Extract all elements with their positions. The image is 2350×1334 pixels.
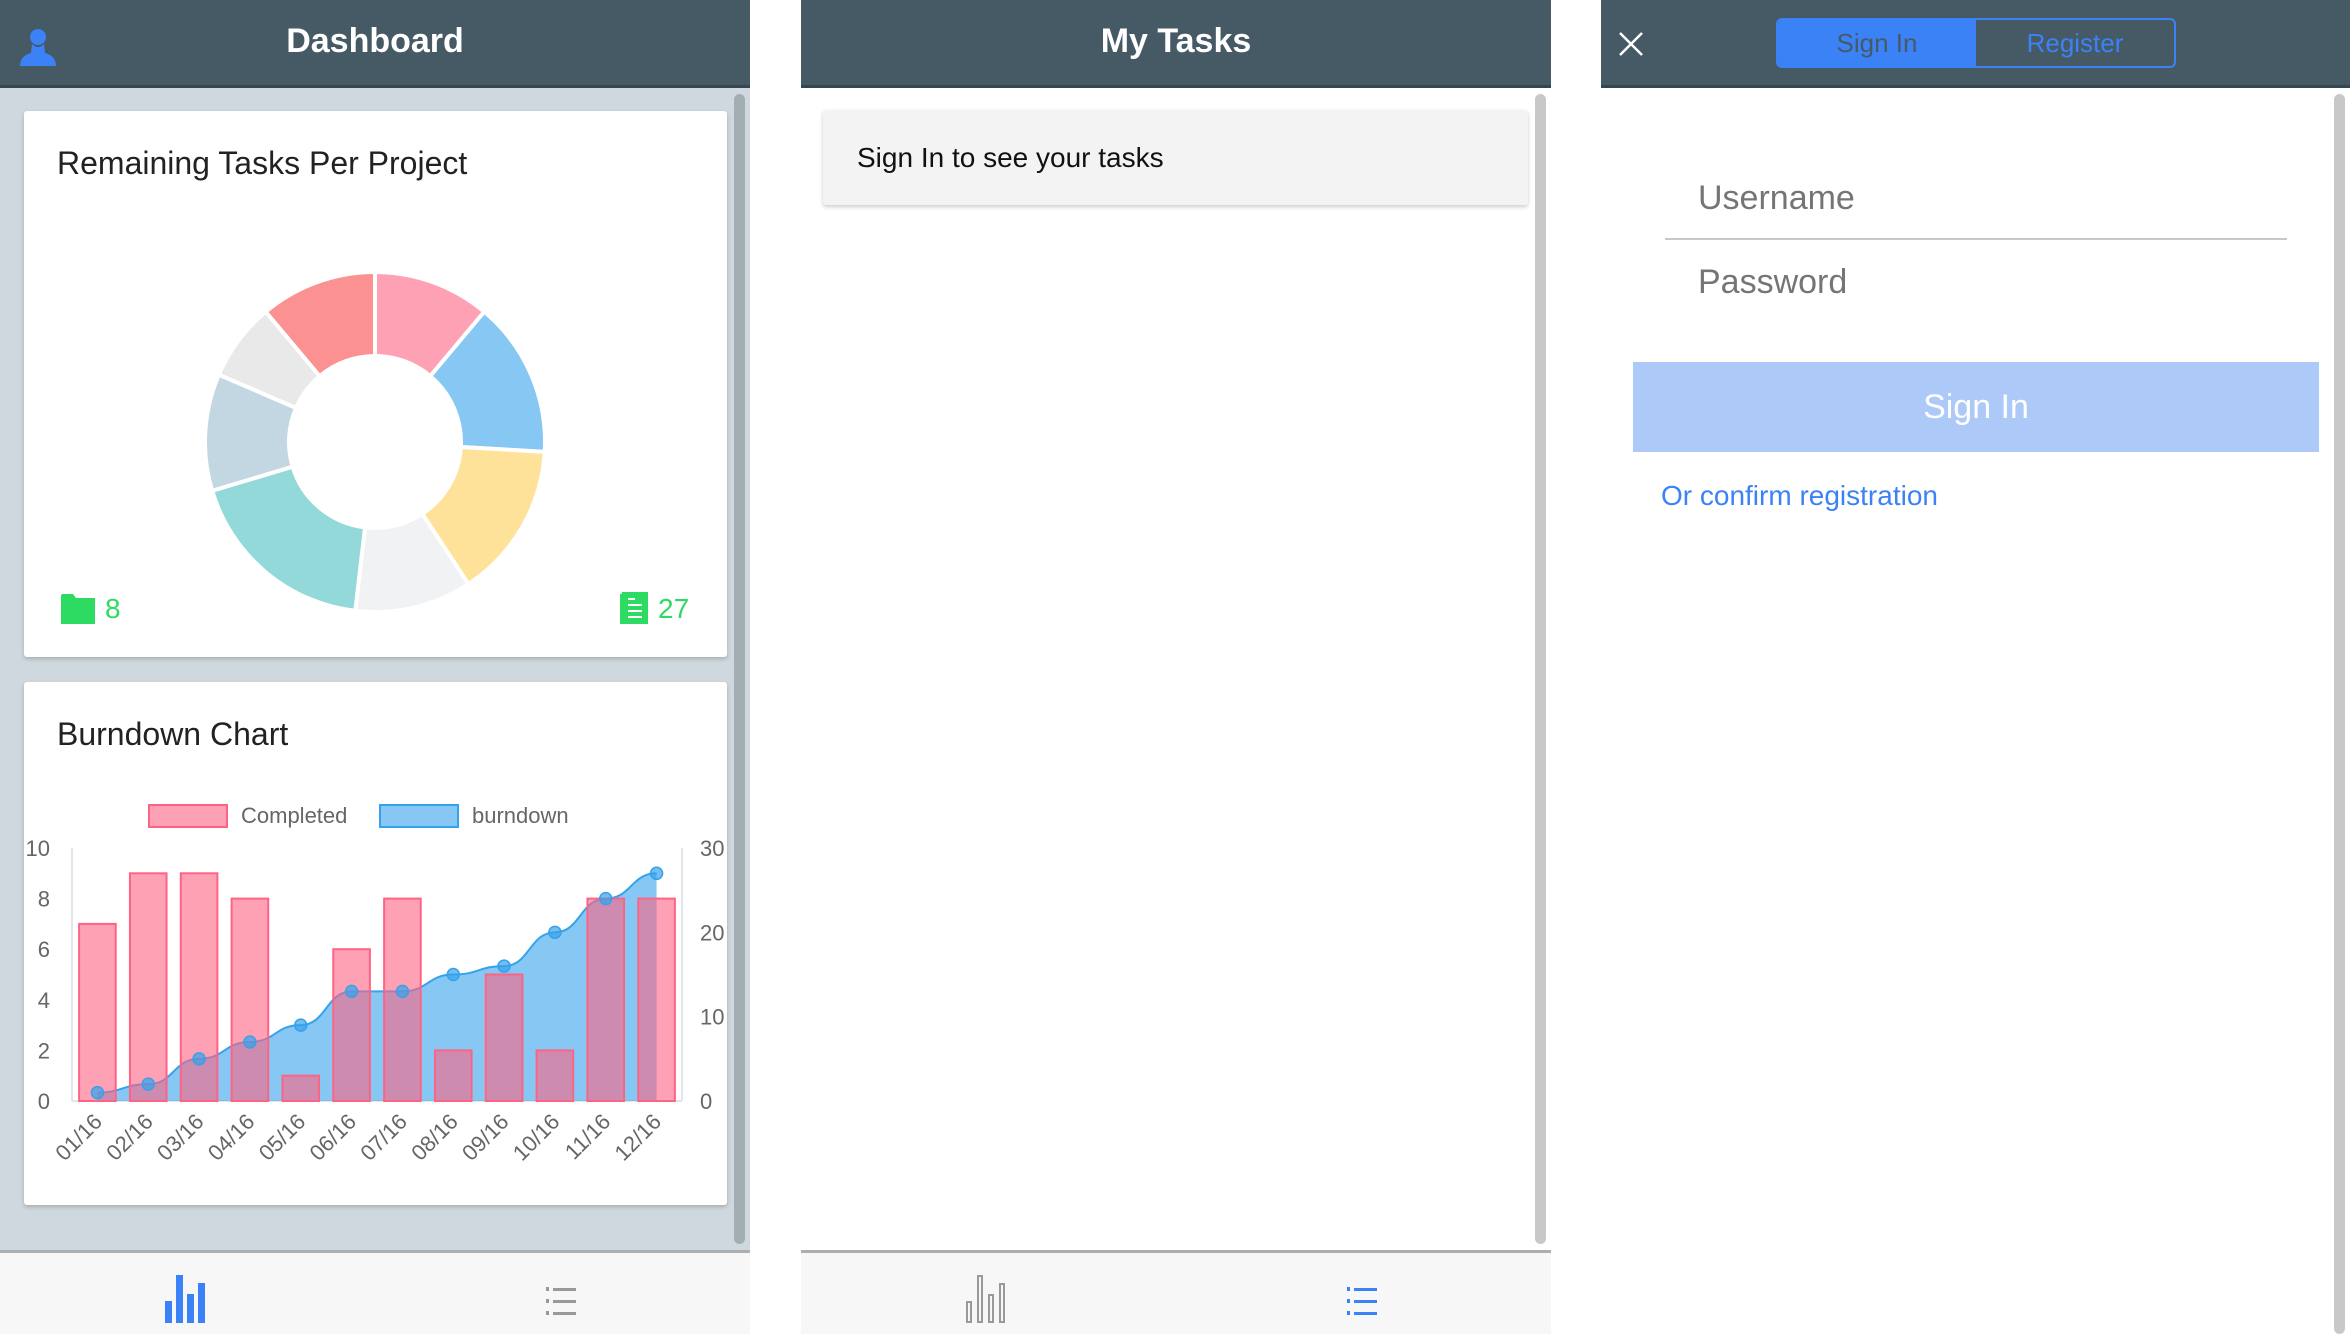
burndown-point (344, 984, 359, 999)
y-left-tick-label: 6 (38, 937, 50, 962)
tab-bar (0, 1250, 750, 1334)
legend-swatch-burndown (379, 804, 459, 828)
y-left-tick-label: 2 (38, 1038, 50, 1063)
auth-segmented-control: Sign In Register (1776, 18, 2176, 68)
scrollbar[interactable] (1535, 94, 1546, 1244)
tab-sign-in[interactable]: Sign In (1778, 20, 1976, 66)
sign-in-prompt: Sign In to see your tasks (857, 142, 1164, 173)
completed-bar (78, 922, 117, 1103)
burndown-point (446, 967, 460, 982)
tab-dashboard-chart-icon[interactable] (966, 1275, 1010, 1323)
auth-header: Sign In Register (1601, 0, 2350, 88)
completed-bar (484, 973, 524, 1102)
completed-bar (230, 897, 270, 1102)
legend-label-completed: Completed (241, 803, 347, 828)
x-tick-label: 11/16 (560, 1109, 615, 1164)
completed-bar (383, 897, 422, 1102)
legend-label-burndown: burndown (472, 803, 569, 828)
sign-in-prompt-card: Sign In to see your tasks (823, 110, 1528, 205)
legend-swatch-completed (148, 804, 228, 828)
completed-bar (332, 948, 371, 1103)
completed-bar (128, 872, 168, 1102)
x-tick-label: 07/16 (355, 1109, 412, 1166)
completed-bar (433, 1049, 473, 1103)
y-left-tick-label: 10 (26, 836, 50, 861)
tab-tasks-list-icon[interactable] (1347, 1287, 1379, 1315)
burndown-point (497, 959, 511, 973)
y-right-tick-label: 0 (700, 1089, 712, 1114)
y-left-tick-label: 4 (38, 988, 50, 1013)
y-right-tick-label: 10 (700, 1005, 724, 1030)
scrollbar[interactable] (734, 94, 745, 1244)
tasks-header: My Tasks (801, 0, 1551, 88)
x-tick-label: 02/16 (101, 1109, 158, 1166)
burndown-point (395, 984, 410, 999)
x-tick-label: 09/16 (457, 1109, 514, 1166)
tasks-content: Sign In to see your tasks (801, 88, 1551, 1250)
burndown-card: Burndown Chart Completed burndown 0 2 4 6 8 10 0… (24, 682, 727, 1205)
completed-bar (637, 897, 676, 1102)
dashboard-screen: Dashboard Remaining Tasks Per Project 8 … (0, 0, 750, 1334)
y-left-tick-label: 0 (38, 1089, 50, 1114)
tab-bar (801, 1250, 1551, 1334)
confirm-registration-link[interactable]: Or confirm registration (1661, 480, 1938, 512)
password-field[interactable] (1665, 242, 2287, 322)
tasks-screen: My Tasks Sign In to see your tasks (801, 0, 1551, 1334)
tab-dashboard-chart-icon[interactable] (165, 1275, 209, 1323)
burndown-point (192, 1052, 206, 1066)
completed-bar (586, 897, 626, 1102)
x-tick-label: 12/16 (610, 1109, 667, 1166)
close-icon[interactable] (1619, 32, 1643, 56)
auth-screen: Sign In Register Sign In Or confirm regi… (1601, 0, 2350, 1334)
x-tick-label: 10/16 (508, 1109, 565, 1166)
burndown-point (548, 925, 562, 940)
burndown-point (599, 891, 613, 906)
y-left-tick-label: 8 (38, 887, 50, 912)
page-title: My Tasks (1100, 22, 1252, 60)
x-tick-label: 06/16 (305, 1109, 362, 1166)
x-tick-label: 04/16 (203, 1109, 260, 1166)
x-tick-label: 01/16 (50, 1109, 107, 1166)
tab-register[interactable]: Register (1976, 20, 2174, 66)
burndown-point (90, 1085, 105, 1100)
x-tick-label: 08/16 (406, 1109, 463, 1166)
x-tick-label: 05/16 (254, 1109, 311, 1166)
burndown-chart: Completed burndown 0 2 4 6 8 10 0 10 20 30 01/1602/1… (26, 803, 725, 1166)
username-field[interactable] (1665, 158, 2287, 240)
x-tick-label: 03/16 (152, 1109, 209, 1166)
scrollbar[interactable] (2334, 94, 2345, 1334)
burndown-point (294, 1018, 308, 1032)
tab-tasks-list-icon[interactable] (546, 1287, 578, 1315)
completed-bar (179, 872, 219, 1102)
burndown-point (243, 1035, 257, 1049)
completed-bar (535, 1049, 575, 1103)
burndown-point (141, 1077, 155, 1091)
completed-bar (281, 1074, 321, 1102)
dashboard-content: Remaining Tasks Per Project 8 27 Burndow… (0, 88, 750, 1250)
auth-content: Sign In Or confirm registration (1601, 88, 2350, 1250)
y-right-tick-label: 30 (700, 836, 724, 861)
burndown-point (649, 866, 664, 881)
sign-in-button[interactable]: Sign In (1633, 362, 2319, 452)
y-right-tick-label: 20 (700, 920, 724, 945)
